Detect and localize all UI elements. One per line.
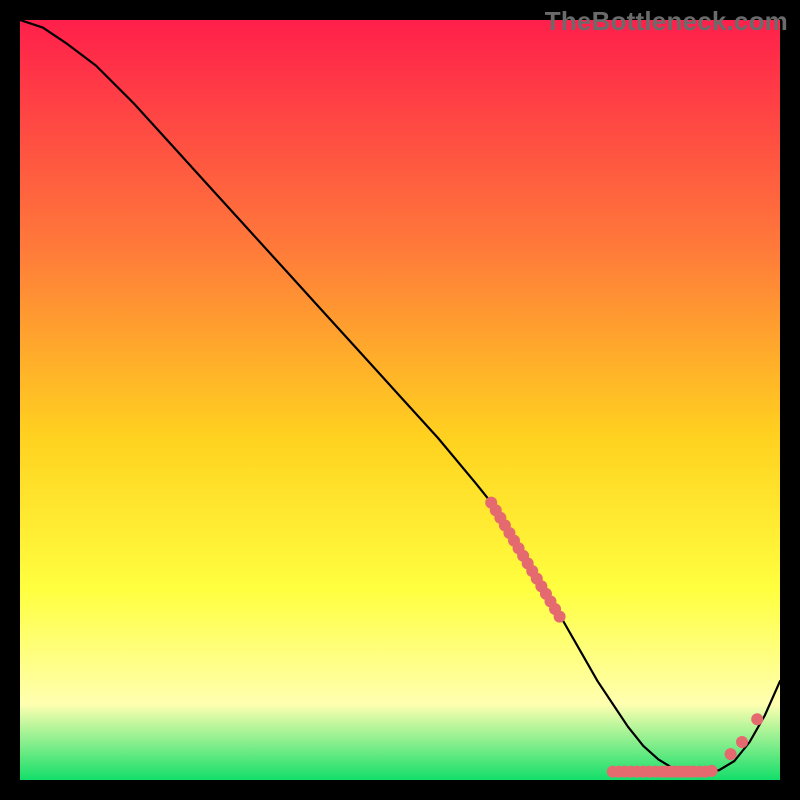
watermark-text: TheBottleneck.com: [545, 6, 788, 37]
chart-frame: TheBottleneck.com: [0, 0, 800, 800]
data-marker: [725, 748, 737, 760]
data-marker: [751, 713, 763, 725]
data-marker: [706, 765, 718, 777]
data-marker: [736, 736, 748, 748]
gradient-background: [20, 20, 780, 780]
bottleneck-chart: [20, 20, 780, 780]
plot-area: [20, 20, 780, 780]
data-marker: [554, 611, 566, 623]
